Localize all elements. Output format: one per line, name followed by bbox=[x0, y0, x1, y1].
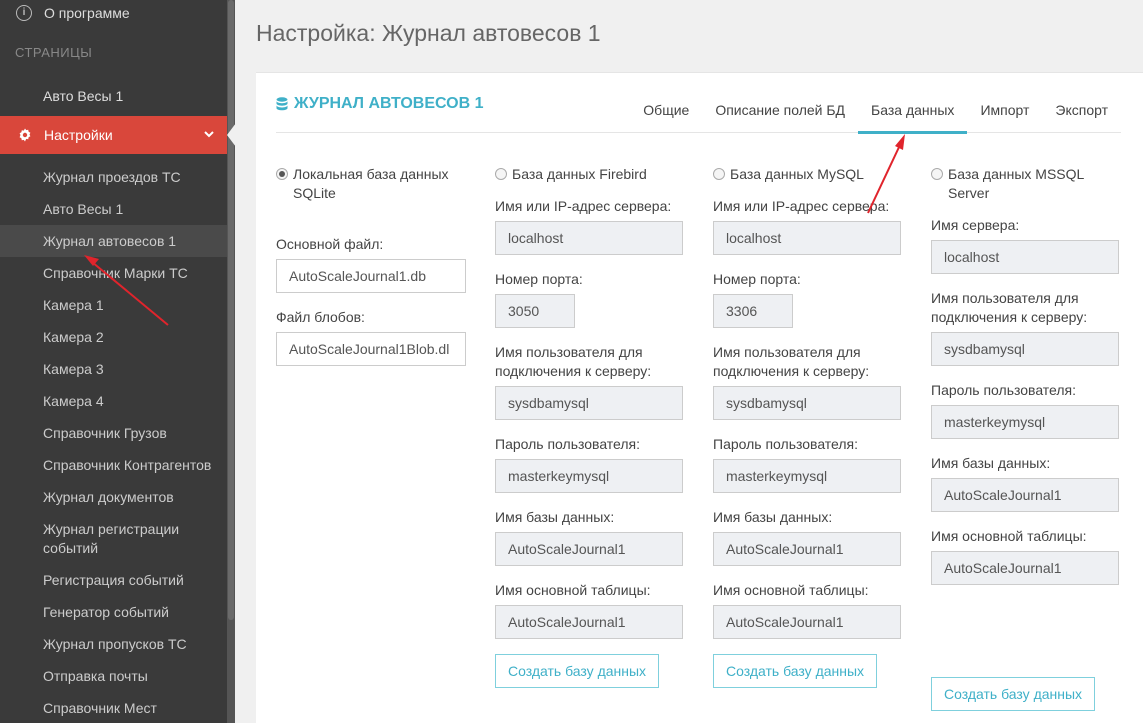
sidebar-item-event-registration[interactable]: Регистрация событий bbox=[0, 571, 227, 590]
firebird-column: База данных Firebird Имя или IP-адрес се… bbox=[495, 165, 685, 688]
sidebar-item-auto-scales[interactable]: Авто Весы 1 bbox=[0, 80, 227, 112]
radio-selected-icon bbox=[276, 168, 288, 180]
table-name-input[interactable]: AutoScaleJournal1 bbox=[931, 551, 1119, 585]
create-db-button[interactable]: Создать базу данных bbox=[495, 654, 660, 688]
create-db-button[interactable]: Создать базу данных bbox=[713, 654, 878, 688]
radio-label: База данных Firebird bbox=[512, 166, 647, 182]
main-file-input[interactable]: AutoScaleJournal1.db bbox=[276, 259, 466, 293]
sidebar-item-camera-3[interactable]: Камера 3 bbox=[0, 360, 227, 379]
db-name-label: Имя базы данных: bbox=[713, 509, 833, 525]
sidebar-item-vehicle-brands[interactable]: Справочник Марки ТС bbox=[0, 264, 227, 283]
db-name-input[interactable]: AutoScaleJournal1 bbox=[931, 478, 1119, 512]
create-db-button[interactable]: Создать базу данных bbox=[931, 677, 1096, 711]
radio-icon bbox=[713, 168, 725, 180]
main-file-label: Основной файл: bbox=[276, 236, 384, 252]
table-name-input[interactable]: AutoScaleJournal1 bbox=[713, 605, 901, 639]
scrollbar-thumb[interactable] bbox=[228, 0, 234, 620]
sidebar-item-event-generator[interactable]: Генератор событий bbox=[0, 603, 227, 622]
tab-db-fields[interactable]: Описание полей БД bbox=[702, 87, 858, 133]
table-name-input[interactable]: AutoScaleJournal1 bbox=[495, 605, 683, 639]
radio-icon bbox=[931, 168, 943, 180]
mysql-radio[interactable]: База данных MySQL bbox=[713, 165, 903, 184]
gear-icon bbox=[18, 128, 32, 142]
user-input[interactable]: sysdbamysql bbox=[495, 386, 683, 420]
db-name-input[interactable]: AutoScaleJournal1 bbox=[713, 532, 901, 566]
db-name-label: Имя базы данных: bbox=[495, 509, 615, 525]
blob-file-label: Файл блобов: bbox=[276, 309, 365, 325]
user-label: Имя пользователя для подключения к серве… bbox=[495, 344, 652, 379]
sidebar-item-camera-4[interactable]: Камера 4 bbox=[0, 392, 227, 411]
sqlite-column: Локальная база данных SQLite Основной фа… bbox=[276, 165, 466, 366]
page-title: Настройка: Журнал автовесов 1 bbox=[256, 20, 601, 46]
table-name-label: Имя основной таблицы: bbox=[713, 582, 869, 598]
sidebar-item-places-directory[interactable]: Справочник Мест bbox=[0, 699, 227, 718]
sidebar-item-cargo-directory[interactable]: Справочник Грузов bbox=[0, 424, 227, 443]
user-input[interactable]: sysdbamysql bbox=[931, 332, 1119, 366]
card-title-text: ЖУРНАЛ АВТОВЕСОВ 1 bbox=[294, 95, 484, 112]
db-name-input[interactable]: AutoScaleJournal1 bbox=[495, 532, 683, 566]
blob-file-input[interactable]: AutoScaleJournal1Blob.dl bbox=[276, 332, 466, 366]
radio-icon bbox=[495, 168, 507, 180]
server-input[interactable]: localhost bbox=[495, 221, 683, 255]
port-label: Номер порта: bbox=[713, 271, 801, 287]
password-input[interactable]: masterkeymysql bbox=[931, 405, 1119, 439]
sidebar-item-label: Настройки bbox=[44, 127, 113, 143]
sidebar-item-about[interactable]: i О программе bbox=[0, 0, 227, 25]
info-icon: i bbox=[16, 4, 32, 21]
mysql-column: База данных MySQL Имя или IP-адрес серве… bbox=[713, 165, 903, 688]
port-label: Номер порта: bbox=[495, 271, 583, 287]
server-label: Имя сервера: bbox=[931, 217, 1020, 233]
sidebar-scrollbar[interactable] bbox=[227, 0, 235, 723]
sidebar: i О программе СТРАНИЦЫ Авто Весы 1 Настр… bbox=[0, 0, 235, 723]
database-icon bbox=[276, 97, 288, 111]
sidebar-item-documents-journal[interactable]: Журнал документов bbox=[0, 488, 227, 507]
password-input[interactable]: masterkeymysql bbox=[713, 459, 901, 493]
sidebar-item-passage-journal[interactable]: Журнал проездов ТС bbox=[0, 168, 227, 187]
tab-import[interactable]: Импорт bbox=[967, 87, 1042, 133]
radio-label: База данных MySQL bbox=[730, 166, 864, 182]
sidebar-item-contractors[interactable]: Справочник Контрагентов bbox=[0, 456, 227, 475]
password-label: Пароль пользователя: bbox=[931, 382, 1077, 398]
server-label: Имя или IP-адрес сервера: bbox=[713, 198, 890, 214]
mssql-radio[interactable]: База данных MSSQL Server bbox=[931, 165, 1121, 203]
table-name-label: Имя основной таблицы: bbox=[495, 582, 651, 598]
radio-label: База данных MSSQL Server bbox=[948, 166, 1084, 201]
active-pointer bbox=[227, 123, 236, 147]
port-input[interactable]: 3306 bbox=[713, 294, 793, 328]
sidebar-item-scales-journal-1[interactable]: Журнал автовесов 1 bbox=[0, 225, 227, 257]
port-input[interactable]: 3050 bbox=[495, 294, 575, 328]
sidebar-item-settings[interactable]: Настройки bbox=[0, 116, 227, 154]
sidebar-item-label: О программе bbox=[44, 4, 130, 21]
firebird-radio[interactable]: База данных Firebird bbox=[495, 165, 685, 184]
sidebar-item-auto-scales-1[interactable]: Авто Весы 1 bbox=[0, 200, 227, 219]
tab-general[interactable]: Общие bbox=[630, 87, 702, 133]
user-label: Имя пользователя для подключения к серве… bbox=[713, 344, 870, 379]
sidebar-section-pages: СТРАНИЦЫ bbox=[15, 45, 93, 60]
chevron-down-icon bbox=[203, 127, 215, 143]
sqlite-radio[interactable]: Локальная база данных SQLite bbox=[276, 165, 466, 203]
password-label: Пароль пользователя: bbox=[713, 436, 859, 452]
settings-card: ЖУРНАЛ АВТОВЕСОВ 1 Общие Описание полей … bbox=[256, 72, 1143, 723]
sidebar-item-camera-1[interactable]: Камера 1 bbox=[0, 296, 227, 315]
server-input[interactable]: localhost bbox=[713, 221, 901, 255]
card-title: ЖУРНАЛ АВТОВЕСОВ 1 bbox=[276, 95, 484, 113]
db-name-label: Имя базы данных: bbox=[931, 455, 1051, 471]
password-label: Пароль пользователя: bbox=[495, 436, 641, 452]
tab-database[interactable]: База данных bbox=[858, 87, 968, 134]
sidebar-item-event-log[interactable]: Журнал регистрации событий bbox=[0, 520, 227, 558]
radio-label: Локальная база данных SQLite bbox=[293, 166, 449, 201]
password-input[interactable]: masterkeymysql bbox=[495, 459, 683, 493]
table-name-label: Имя основной таблицы: bbox=[931, 528, 1087, 544]
sidebar-item-camera-2[interactable]: Камера 2 bbox=[0, 328, 227, 347]
server-label: Имя или IP-адрес сервера: bbox=[495, 198, 672, 214]
tab-export[interactable]: Экспорт bbox=[1042, 87, 1121, 133]
user-label: Имя пользователя для подключения к серве… bbox=[931, 290, 1088, 325]
server-input[interactable]: localhost bbox=[931, 240, 1119, 274]
user-input[interactable]: sysdbamysql bbox=[713, 386, 901, 420]
tabs: Общие Описание полей БД База данных Импо… bbox=[630, 87, 1121, 134]
sidebar-item-pass-journal[interactable]: Журнал пропусков ТС bbox=[0, 635, 227, 654]
mssql-column: База данных MSSQL Server Имя сервера: lo… bbox=[931, 165, 1121, 711]
sidebar-item-send-mail[interactable]: Отправка почты bbox=[0, 667, 227, 686]
